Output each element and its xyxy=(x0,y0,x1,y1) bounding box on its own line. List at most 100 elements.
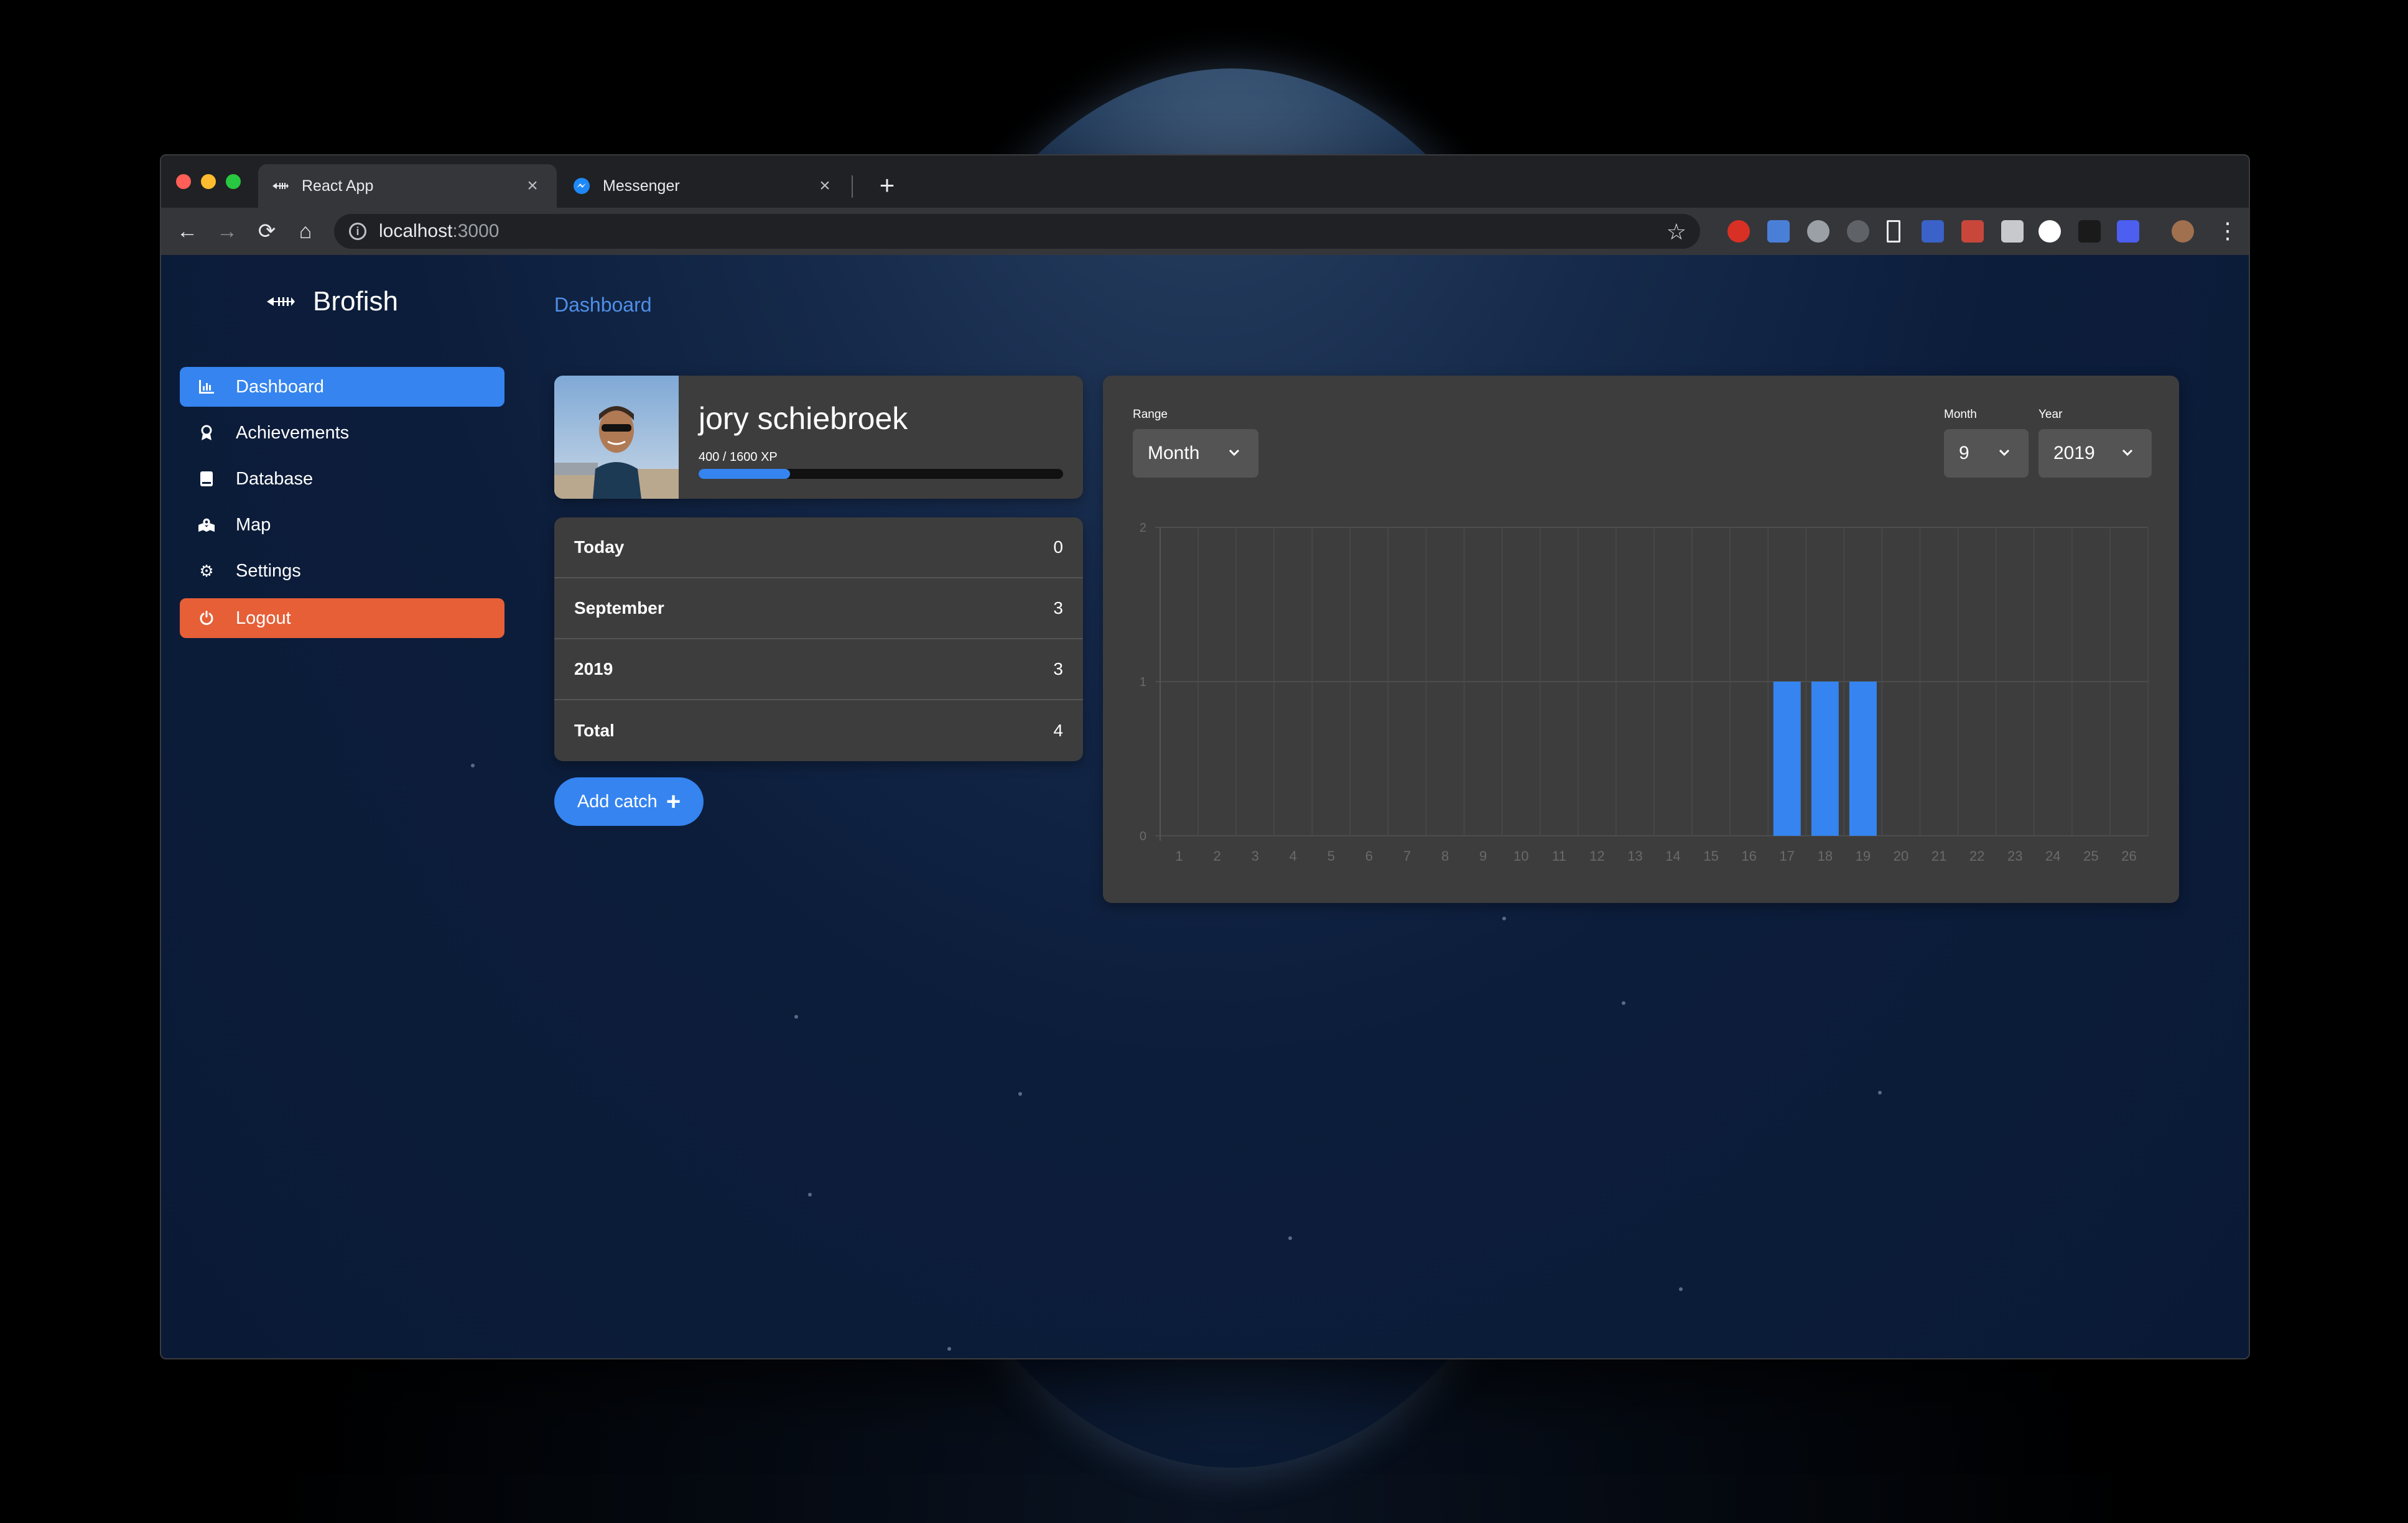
home-button[interactable]: ⌂ xyxy=(289,215,322,248)
reload-button[interactable]: ⟳ xyxy=(251,215,283,248)
app-page: Brofish Dashboard Achievements Database … xyxy=(161,255,2249,1358)
messenger-icon xyxy=(573,177,590,195)
extension-icon[interactable] xyxy=(1922,220,1944,243)
xp-progress-fill xyxy=(699,469,790,479)
extension-icon[interactable] xyxy=(1961,220,1984,243)
star-decoration xyxy=(1878,1091,1882,1095)
bar xyxy=(1773,682,1801,836)
add-catch-label: Add catch xyxy=(577,791,658,812)
bookmark-extension-icon[interactable] xyxy=(1887,220,1900,243)
extension-icon[interactable] xyxy=(1727,220,1750,243)
star-decoration xyxy=(1679,1287,1683,1291)
bar-chart: 0121 2 3 4 5 6 7 8 9 10 11 12 13 14 15 16 17 18 19 20 21 22 23… xyxy=(1140,521,2149,864)
add-catch-button[interactable]: Add catch + xyxy=(554,777,704,826)
x-tick-label: 1 xyxy=(1175,848,1183,864)
sidebar-item-database[interactable]: Database xyxy=(180,459,504,499)
tab-title: React App xyxy=(302,177,374,195)
star-decoration xyxy=(947,1347,951,1351)
sidebar-item-logout[interactable]: Logout xyxy=(180,598,504,638)
extension-icon[interactable] xyxy=(2078,220,2101,243)
sidebar-item-label: Achievements xyxy=(236,422,350,443)
extension-icon[interactable] xyxy=(2117,220,2139,243)
extension-icon[interactable] xyxy=(1807,220,1829,243)
stat-row: Total 4 xyxy=(554,700,1083,761)
power-icon xyxy=(198,610,215,626)
sidebar: Dashboard Achievements Database Map ⚙ Se… xyxy=(180,367,504,644)
y-tick-label: 1 xyxy=(1140,675,1146,689)
plus-icon: + xyxy=(666,788,681,815)
x-tick-label: 17 xyxy=(1780,848,1795,864)
x-tick-label: 12 xyxy=(1589,848,1604,864)
stat-row: September 3 xyxy=(554,578,1083,639)
x-tick-label: 4 xyxy=(1290,848,1297,864)
brand[interactable]: Brofish xyxy=(266,286,398,317)
translate-extension-icon[interactable] xyxy=(1767,220,1790,243)
bar xyxy=(1849,682,1877,836)
stat-label: September xyxy=(574,598,664,618)
stat-row: Today 0 xyxy=(554,517,1083,578)
tab-messenger[interactable]: Messenger × xyxy=(559,164,849,208)
x-tick-label: 22 xyxy=(1969,848,1984,864)
address-bar[interactable]: i localhost:3000 ☆ xyxy=(334,214,1700,249)
x-tick-label: 16 xyxy=(1741,848,1756,864)
x-tick-label: 2 xyxy=(1213,848,1220,864)
extension-icon[interactable] xyxy=(2001,220,2024,243)
sidebar-item-achievements[interactable]: Achievements xyxy=(180,413,504,453)
sidebar-item-label: Settings xyxy=(236,560,301,581)
x-tick-label: 13 xyxy=(1627,848,1642,864)
stat-value: 3 xyxy=(1053,659,1063,678)
stat-row: 2019 3 xyxy=(554,639,1083,700)
extension-icon[interactable] xyxy=(1847,220,1869,243)
browser-menu-icon[interactable]: ⋮ xyxy=(2216,215,2239,248)
close-window-button[interactable] xyxy=(176,174,191,189)
x-tick-label: 3 xyxy=(1252,848,1259,864)
close-tab-icon[interactable]: × xyxy=(522,175,543,197)
x-tick-label: 24 xyxy=(2045,848,2060,864)
sidebar-item-dashboard[interactable]: Dashboard xyxy=(180,367,504,407)
bookmark-star-icon[interactable]: ☆ xyxy=(1667,219,1686,245)
fish-skeleton-icon xyxy=(272,177,289,195)
book-icon xyxy=(198,471,215,487)
minimize-window-button[interactable] xyxy=(201,174,216,189)
tab-title: Messenger xyxy=(603,177,680,195)
y-tick-label: 2 xyxy=(1140,521,1146,535)
x-tick-label: 9 xyxy=(1479,848,1487,864)
site-info-icon[interactable]: i xyxy=(349,223,366,240)
star-decoration xyxy=(1502,917,1506,920)
tab-separator xyxy=(852,175,853,198)
stat-value: 4 xyxy=(1053,721,1063,740)
sidebar-item-label: Logout xyxy=(236,608,291,628)
bar xyxy=(1811,682,1839,836)
x-tick-label: 23 xyxy=(2007,848,2022,864)
x-tick-label: 6 xyxy=(1365,848,1373,864)
fish-skeleton-icon xyxy=(266,294,295,309)
tab-react-app[interactable]: React App × xyxy=(258,164,557,208)
gear-icon: ⚙ xyxy=(199,561,214,580)
x-tick-label: 10 xyxy=(1513,848,1528,864)
stat-value: 0 xyxy=(1053,537,1063,557)
breadcrumb[interactable]: Dashboard xyxy=(554,294,652,317)
star-decoration xyxy=(808,1193,812,1197)
tab-strip: React App × Messenger × + xyxy=(161,155,2249,208)
profile-avatar-icon[interactable] xyxy=(2172,220,2194,243)
x-tick-label: 21 xyxy=(1932,848,1946,864)
map-icon xyxy=(198,517,215,533)
stat-value: 3 xyxy=(1053,598,1063,618)
stat-label: 2019 xyxy=(574,659,613,678)
sidebar-item-map[interactable]: Map xyxy=(180,505,504,545)
extension-icon[interactable] xyxy=(2038,220,2061,243)
close-tab-icon[interactable]: × xyxy=(814,175,835,197)
new-tab-button[interactable]: + xyxy=(872,170,903,201)
xp-progress-bar xyxy=(699,469,1063,479)
sidebar-item-settings[interactable]: ⚙ Settings xyxy=(180,551,504,591)
profile-name: jory schiebroek xyxy=(699,401,908,436)
forward-button[interactable]: → xyxy=(211,215,243,248)
sidebar-item-label: Dashboard xyxy=(236,376,324,397)
star-decoration xyxy=(794,1015,798,1019)
x-tick-label: 11 xyxy=(1552,848,1566,864)
desktop-background: React App × Messenger × + ← → ⟳ ⌂ i loca… xyxy=(0,0,2408,1523)
maximize-window-button[interactable] xyxy=(226,174,241,189)
x-tick-label: 8 xyxy=(1441,848,1449,864)
back-button[interactable]: ← xyxy=(171,215,203,248)
sidebar-item-label: Database xyxy=(236,468,314,489)
